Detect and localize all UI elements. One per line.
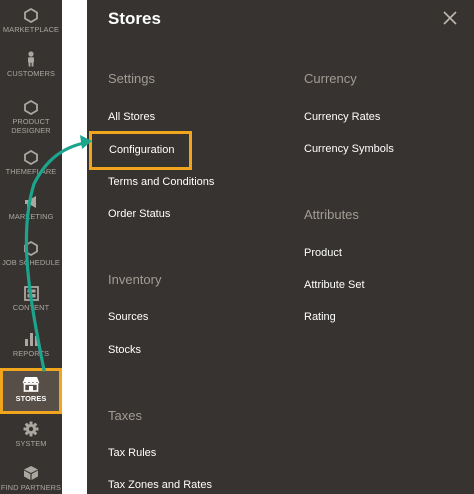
menu-link-order-status[interactable]: Order Status: [108, 208, 170, 220]
sidebar-item-label: THEMEFLARE: [5, 167, 57, 176]
sidebar-item-label: MARKETING: [8, 212, 54, 221]
sidebar-item-find-partners[interactable]: FIND PARTNERS: [0, 464, 62, 494]
menu-link-currency-rates[interactable]: Currency Rates: [304, 111, 380, 123]
sidebar-item-stores[interactable]: STORES: [0, 368, 62, 414]
close-icon: [443, 11, 457, 25]
menu-link-sources[interactable]: Sources: [108, 311, 148, 323]
sidebar-item-label: CUSTOMERS: [7, 69, 55, 78]
sidebar-item-customers[interactable]: CUSTOMERS: [0, 50, 62, 82]
sidebar-item-marketplace[interactable]: MARKETPLACE: [0, 6, 62, 38]
close-button[interactable]: [442, 10, 458, 26]
sidebar-item-product-designer[interactable]: PRODUCT DESIGNER: [0, 98, 62, 138]
sidebar-item-label: REPORTS: [12, 349, 50, 358]
menu-link-all-stores[interactable]: All Stores: [108, 111, 155, 123]
cube-icon: [22, 464, 40, 482]
hexagon-icon: [22, 148, 40, 166]
sidebar-item-marketing[interactable]: MARKETING: [0, 193, 62, 225]
menu-link-stocks[interactable]: Stocks: [108, 344, 141, 356]
settings-heading: Settings: [108, 71, 155, 86]
hexagon-icon: [22, 98, 40, 116]
menu-link-rating[interactable]: Rating: [304, 311, 336, 323]
megaphone-icon: [22, 193, 40, 211]
sidebar-item-reports[interactable]: REPORTS: [0, 330, 62, 362]
panel-gap: [62, 0, 87, 494]
sidebar-item-content[interactable]: CONTENT: [0, 284, 62, 316]
storefront-icon: [22, 375, 40, 393]
sidebar-item-system[interactable]: SYSTEM: [0, 420, 62, 452]
admin-sidebar: MARKETPLACE CUSTOMERS PRODUCT DESIGNER T…: [0, 0, 62, 494]
hexagon-icon: [22, 239, 40, 257]
panel-title: Stores: [108, 9, 161, 28]
sidebar-item-label: JOB SCHEDULE: [2, 258, 60, 267]
sidebar-item-label: FIND PARTNERS: [0, 483, 62, 492]
sidebar-item-job-schedule[interactable]: JOB SCHEDULE: [0, 239, 62, 271]
menu-link-attribute-set[interactable]: Attribute Set: [304, 279, 365, 291]
layout-icon: [22, 284, 40, 302]
gear-icon: [22, 420, 40, 438]
sidebar-item-label: PRODUCT DESIGNER: [11, 117, 51, 135]
currency-heading: Currency: [304, 71, 357, 86]
menu-link-configuration[interactable]: Configuration: [89, 131, 192, 170]
stores-panel: Stores Settings All Stores Configuration…: [87, 0, 474, 494]
sidebar-item-label: STORES: [15, 394, 47, 403]
menu-link-terms-and-conditions[interactable]: Terms and Conditions: [108, 176, 214, 188]
attributes-heading: Attributes: [304, 207, 359, 222]
menu-link-product[interactable]: Product: [304, 247, 342, 259]
sidebar-item-label: CONTENT: [12, 303, 50, 312]
sidebar-item-themeflare[interactable]: THEMEFLARE: [0, 148, 62, 180]
inventory-heading: Inventory: [108, 272, 162, 287]
menu-link-currency-symbols[interactable]: Currency Symbols: [304, 143, 394, 155]
taxes-heading: Taxes: [108, 408, 142, 423]
menu-link-tax-zones-and-rates[interactable]: Tax Zones and Rates: [108, 479, 212, 491]
admin-page: MARKETPLACE CUSTOMERS PRODUCT DESIGNER T…: [0, 0, 474, 494]
sidebar-item-label: MARKETPLACE: [2, 25, 60, 34]
hexagon-icon: [22, 6, 40, 24]
menu-link-tax-rules[interactable]: Tax Rules: [108, 447, 156, 459]
sidebar-item-label: SYSTEM: [15, 439, 47, 448]
bar-chart-icon: [22, 330, 40, 348]
person-icon: [22, 50, 40, 68]
